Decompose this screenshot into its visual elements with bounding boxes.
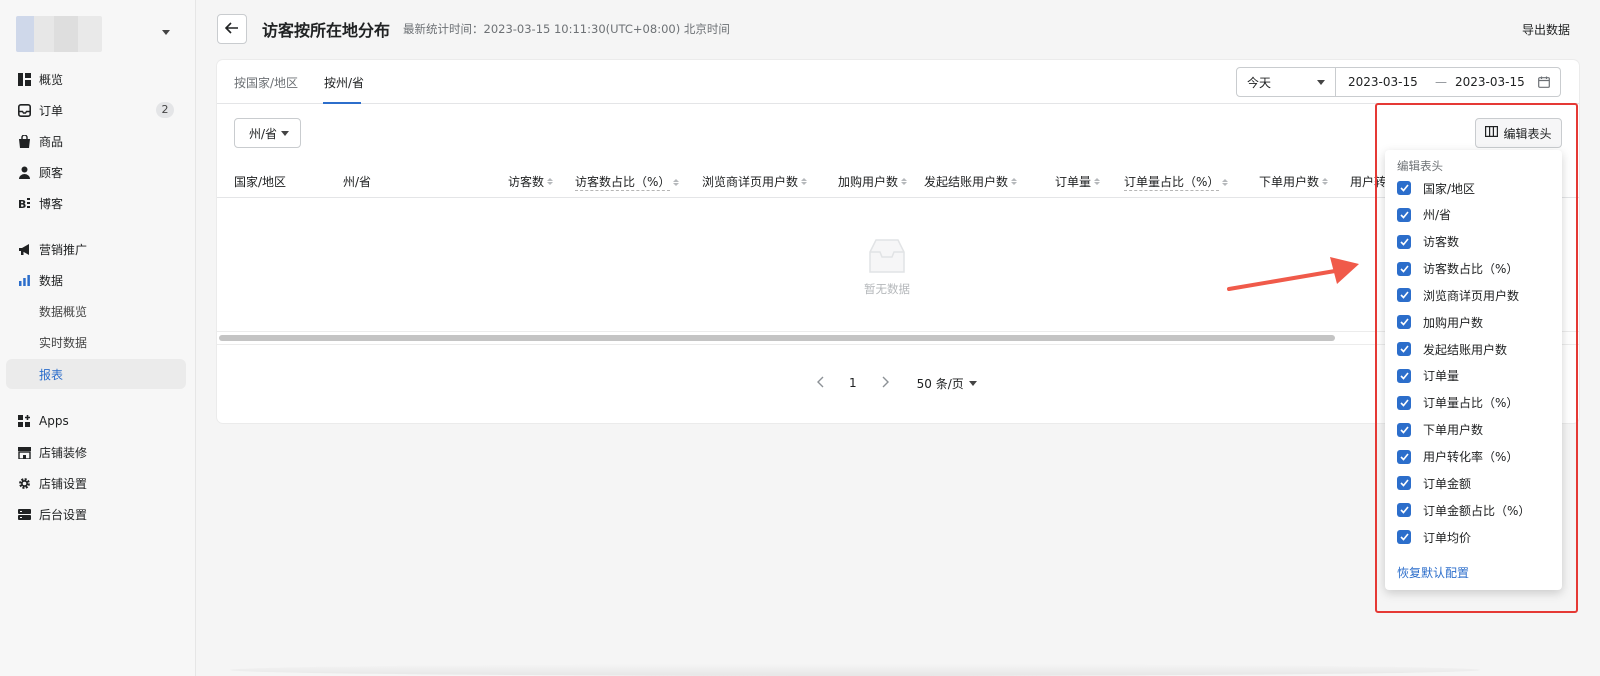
apps-icon [17,414,31,428]
sidebar-item-overview[interactable]: 概览 [6,64,186,94]
sidebar-item-label: 数据 [39,273,64,288]
sidebar-item-realtime[interactable]: 实时数据 [6,327,186,357]
sidebar: 概览 订单 2 商品 顾客 B 博客 营销推广 数据 数据概览 实时数据 报表 … [0,0,196,676]
sidebar-item-orders[interactable]: 订单 2 [6,95,186,125]
calendar-icon [1538,76,1550,91]
column-header-orders[interactable]: 订单量 [1055,173,1101,190]
date-separator: — [1435,75,1447,89]
chevron-down-icon [162,30,170,35]
sidebar-item-blog[interactable]: B 博客 [6,188,186,218]
tab-bar: 按国家/地区 按州/省 今天 2023-03-15 — 2023-03-15 [217,60,1579,104]
sort-icon [1011,178,1018,185]
sidebar-item-label: 订单 [39,103,64,118]
sidebar-item-store-design[interactable]: 店铺装修 [6,437,186,467]
page-title: 访客按所在地分布 [262,21,391,40]
chevron-right-icon[interactable] [881,376,889,391]
bag-icon [17,134,31,148]
store-icon [17,445,31,459]
sidebar-item-label: 后台设置 [39,507,88,522]
column-header-add-to-cart-users[interactable]: 加购用户数 [838,173,908,190]
current-page[interactable]: 1 [849,376,857,390]
date-range-picker[interactable]: 2023-03-15 — 2023-03-15 [1336,67,1561,97]
order-count-badge: 2 [156,102,174,118]
overview-icon [17,72,31,86]
arrow-left-icon [224,21,239,37]
end-date: 2023-03-15 [1455,75,1525,89]
store-logo [16,16,102,52]
chevron-down-icon [968,380,977,386]
sort-icon [801,178,808,185]
column-header-visitor-share[interactable]: 访客数占比（%） [575,173,680,191]
gear-icon [17,476,31,490]
column-header-province[interactable]: 州/省 [343,173,371,190]
sidebar-item-label: 实时数据 [39,335,88,350]
pagination: 1 50 条/页 [817,373,977,393]
sidebar-item-label: 数据概览 [39,304,88,319]
column-header-product-view-users[interactable]: 浏览商详页用户数 [702,173,808,190]
empty-state-text: 暂无数据 [864,282,910,296]
sort-icon [901,178,908,185]
start-date: 2023-03-15 [1348,75,1418,89]
blog-icon: B [17,196,31,210]
sidebar-item-label: Apps [39,414,69,428]
sort-icon [1094,178,1101,185]
sidebar-item-label: 博客 [39,196,64,211]
date-preset-value: 今天 [1247,76,1272,90]
last-updated-text: 最新统计时间：2023-03-15 10:11:30(UTC+08:00) 北京… [403,22,730,36]
chevron-left-icon[interactable] [817,376,825,391]
person-icon [17,165,31,179]
column-header-visitors[interactable]: 访客数 [508,173,554,190]
sidebar-item-apps[interactable]: Apps [6,406,186,436]
sidebar-item-label: 商品 [39,134,64,149]
bottom-shadow [230,664,1480,676]
sidebar-item-label: 报表 [39,367,64,382]
column-header-order-share[interactable]: 订单量占比（%） [1124,173,1229,191]
sidebar-item-admin-settings[interactable]: 后台设置 [6,499,186,529]
sidebar-item-customers[interactable]: 顾客 [6,157,186,187]
tab-by-country[interactable]: 按国家/地区 [234,74,298,91]
chevron-down-icon [281,131,289,136]
date-preset-select[interactable]: 今天 [1236,67,1336,97]
bar-chart-icon [17,273,31,287]
column-header-country[interactable]: 国家/地区 [234,173,286,190]
tab-by-province[interactable]: 按州/省 [324,74,364,91]
sidebar-item-label: 营销推广 [39,242,88,257]
active-tab-indicator [323,102,361,104]
inbox-icon [17,103,31,117]
sidebar-item-label: 店铺装修 [39,445,88,460]
page-size-select[interactable]: 50 条/页 [917,375,977,392]
back-button[interactable] [217,14,247,44]
empty-inbox-icon [869,239,905,273]
export-data-button[interactable]: 导出数据 [1522,21,1570,38]
sidebar-item-analytics[interactable]: 数据 [6,265,186,295]
horizontal-scrollbar[interactable] [219,335,1335,341]
sidebar-item-reports[interactable]: 报表 [6,359,186,389]
sidebar-item-products[interactable]: 商品 [6,126,186,156]
sidebar-item-label: 概览 [39,72,64,87]
sidebar-item-marketing[interactable]: 营销推广 [6,234,186,264]
server-icon [17,507,31,521]
sidebar-item-label: 顾客 [39,165,64,180]
sort-icon [1222,178,1229,186]
dimension-filter-value: 州/省 [249,127,278,141]
sidebar-item-data-overview[interactable]: 数据概览 [6,296,186,326]
highlight-box [1375,103,1578,613]
sidebar-item-store-settings[interactable]: 店铺设置 [6,468,186,498]
column-header-order-users[interactable]: 下单用户数 [1259,173,1329,190]
empty-state: 暂无数据 [847,238,927,297]
megaphone-icon [17,242,31,256]
sort-icon [1322,178,1329,185]
store-switcher[interactable] [16,16,186,52]
dimension-filter-select[interactable]: 州/省 [234,118,301,148]
chevron-down-icon [1317,80,1325,85]
sort-icon [547,178,554,185]
column-header-checkout-users[interactable]: 发起结账用户数 [924,173,1018,190]
svg-text:B: B [18,198,26,210]
sort-icon [673,178,680,186]
annotation-arrow-icon [1227,257,1359,291]
sidebar-item-label: 店铺设置 [39,476,88,491]
